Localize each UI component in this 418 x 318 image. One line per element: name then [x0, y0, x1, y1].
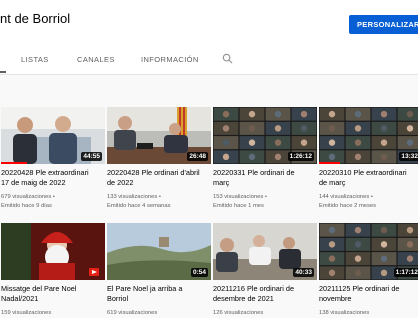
video-views: 126 visualizaciones [213, 310, 264, 316]
video-age: Emitido hace 9 días [1, 203, 52, 209]
video-views: 133 visualizaciones • [107, 194, 161, 200]
video-views: 144 visualizaciones • [319, 194, 373, 200]
customize-channel-button[interactable]: PERSONALIZAR C [349, 15, 418, 34]
header-divider [0, 74, 418, 75]
video-title-line[interactable]: Nadal/2021 [1, 294, 105, 304]
video-title[interactable]: Missatge del Pare Noel Nadal/2021 [1, 284, 105, 304]
video-title[interactable]: 20220331 Ple ordinari de març [213, 168, 317, 188]
watch-progress [319, 162, 340, 164]
video-title-line[interactable]: El Pare Noel ja arriba a [107, 284, 211, 294]
watch-progress [1, 162, 27, 164]
tab-informacion[interactable]: INFORMACIÓN [141, 55, 199, 64]
video-thumbnail[interactable]: 26:48 [107, 107, 211, 164]
video-title-line[interactable]: Borriol [107, 294, 211, 304]
video-title[interactable]: 20220428 Ple ordinari d'abril de 2022 [107, 168, 211, 188]
video-title[interactable]: 20211216 Ple ordinari de desembre de 202… [213, 284, 317, 304]
video-thumbnail[interactable] [1, 223, 105, 280]
video-views: 138 visualizaciones [319, 310, 370, 316]
video-age: Emitido hace 1 mes [213, 203, 264, 209]
video-thumbnail[interactable]: 1:17:12 [319, 223, 418, 280]
video-title-line[interactable]: 20220331 Ple ordinari de [213, 168, 317, 178]
video-title-line[interactable]: 20220428 Ple ordinari d'abril [107, 168, 211, 178]
search-icon[interactable] [222, 53, 233, 64]
video-duration: 26:48 [187, 152, 208, 161]
video-title-line[interactable]: Missatge del Pare Noel [1, 284, 105, 294]
video-title-line[interactable]: 20211216 Ple ordinari de [213, 284, 317, 294]
video-duration: 1:26:12 [287, 152, 314, 161]
video-title[interactable]: 20211125 Ple ordinari de novembre [319, 284, 418, 304]
video-thumbnail[interactable]: 44:55 [1, 107, 105, 164]
video-views: 153 visualizaciones • [213, 194, 267, 200]
video-age: Emitido hace 2 meses [319, 203, 377, 209]
video-thumbnail[interactable]: 1:26:12 [213, 107, 317, 164]
video-thumbnail[interactable]: 0:54 [107, 223, 211, 280]
video-duration: 40:33 [293, 268, 314, 277]
video-title-line[interactable]: març [213, 178, 317, 188]
video-duration: 13:32 [399, 152, 418, 161]
tab-listas[interactable]: LISTAS [21, 55, 49, 64]
video-title[interactable]: 20220310 Ple extraordinari de març [319, 168, 418, 188]
channel-header: nt de Borriol PERSONALIZAR C LISTAS CANA… [0, 0, 418, 74]
video-title[interactable]: 20220428 Ple extraordinari 17 de maig de… [1, 168, 105, 188]
video-views: 679 visualizaciones • [1, 194, 55, 200]
video-age: Emitido hace 4 semanas [107, 203, 171, 209]
video-title-line[interactable]: de març [319, 178, 418, 188]
tab-active-indicator [0, 71, 6, 73]
video-duration: 1:17:12 [393, 268, 418, 277]
video-title-line[interactable]: 20220310 Ple extraordinari [319, 168, 418, 178]
video-title[interactable]: El Pare Noel ja arriba a Borriol [107, 284, 211, 304]
video-duration: 44:55 [81, 152, 102, 161]
channel-tabs: LISTAS CANALES INFORMACIÓN [0, 47, 418, 74]
channel-name: nt de Borriol [0, 11, 71, 26]
video-title-line[interactable]: 17 de maig de 2022 [1, 178, 105, 188]
video-title-line[interactable]: 20220428 Ple extraordinari [1, 168, 105, 178]
video-thumbnail[interactable]: 13:32 [319, 107, 418, 164]
video-title-line[interactable]: desembre de 2021 [213, 294, 317, 304]
video-title-line[interactable]: de 2022 [107, 178, 211, 188]
video-duration: 0:54 [190, 268, 208, 277]
video-title-line[interactable]: 20211125 Ple ordinari de [319, 284, 418, 294]
tab-canales[interactable]: CANALES [77, 55, 115, 64]
video-views: 159 visualizaciones [1, 310, 52, 316]
video-thumbnail[interactable]: 40:33 [213, 223, 317, 280]
video-title-line[interactable]: novembre [319, 294, 418, 304]
video-views: 619 visualizaciones [107, 310, 158, 316]
